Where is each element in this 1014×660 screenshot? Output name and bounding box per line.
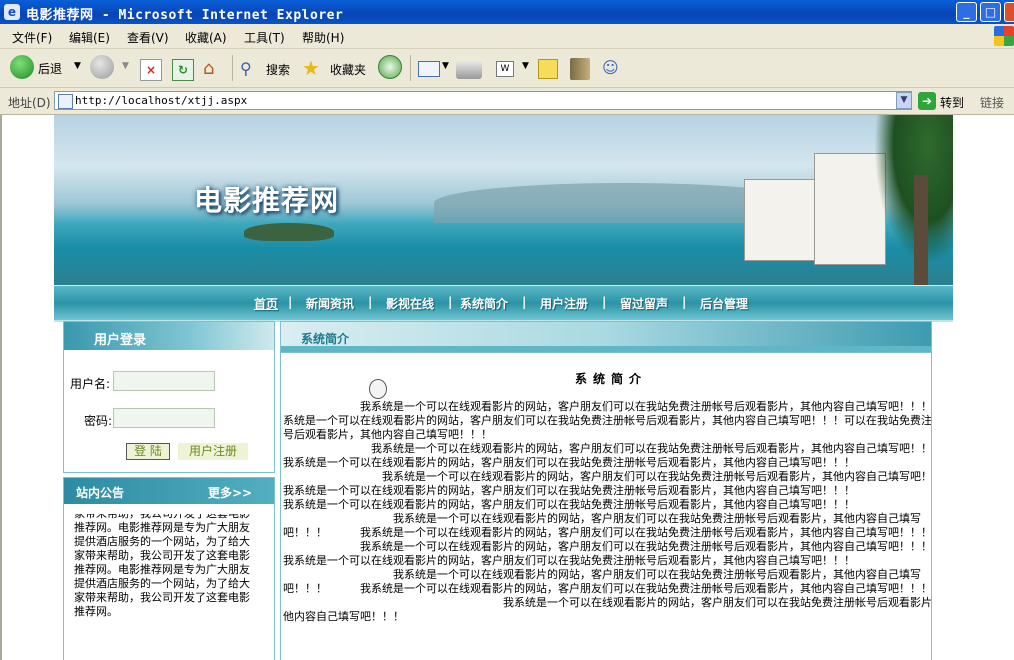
- forward-button[interactable]: [90, 55, 114, 81]
- login-panel: 用户登录 用户名: 密码: 登 陆 用户注册: [63, 321, 275, 473]
- links-button[interactable]: 链接: [980, 94, 1004, 111]
- discuss-icon[interactable]: [538, 59, 558, 79]
- home-icon[interactable]: ⌂: [203, 59, 225, 79]
- go-button[interactable]: 转到: [940, 94, 964, 111]
- refresh-icon[interactable]: ↻: [172, 59, 194, 81]
- password-input[interactable]: [113, 408, 215, 428]
- content-heading: 系统简介: [575, 372, 648, 386]
- nav-guestbook[interactable]: 留过留声: [620, 295, 668, 312]
- content-paragraph: 我系统是一个可以在线观看影片的网站，客户朋友们可以在我站免费注册帐号后观看影片，…: [283, 512, 932, 539]
- notice-more-link[interactable]: 更多>>: [208, 484, 252, 501]
- username-label: 用户名:: [70, 377, 111, 391]
- browser-viewport: 电影推荐网 首页 | 新闻资讯 | 影视在线 | 系统简介 | 用户注册 | 留…: [0, 115, 1014, 660]
- address-bar: 地址(D) http://localhost/xtjj.aspx ▼ ➔ 转到 …: [0, 88, 1014, 115]
- back-dropdown-icon[interactable]: ▼: [74, 61, 81, 71]
- favorites-star-icon[interactable]: ★: [302, 57, 324, 79]
- menu-tools[interactable]: 工具(T): [244, 29, 285, 46]
- stop-icon[interactable]: ×: [140, 59, 162, 81]
- address-label: 地址(D): [8, 96, 51, 110]
- site-banner: 电影推荐网: [54, 115, 953, 285]
- login-button[interactable]: 登 陆: [126, 443, 170, 460]
- history-icon[interactable]: [378, 55, 402, 79]
- close-button[interactable]: [1004, 2, 1014, 22]
- content-paragraph: 我系统是一个可以在线观看影片的网站，客户朋友们可以在我站免费注册帐号后观看影片，…: [283, 568, 932, 595]
- menu-favorites[interactable]: 收藏(A): [185, 29, 227, 46]
- page-icon: [58, 94, 73, 109]
- notice-text: 家带来帮助，我公司开发了这套电影推荐网。电影推荐网是专为广大朋友提供酒店服务的一…: [74, 514, 250, 618]
- content-paragraph: 我系统是一个可以在线观看影片的网站，客户朋友们可以在我站免费注册帐号后观看影片，…: [283, 470, 932, 483]
- section-title: 系统简介: [301, 332, 350, 346]
- login-header: 用户登录: [64, 322, 274, 350]
- menu-view[interactable]: 查看(V): [127, 29, 169, 46]
- content-body: 我系统是一个可以在线观看影片的网站，客户朋友们可以在我站免费注册帐号后观看影片，…: [283, 400, 932, 624]
- notice-panel: 站内公告 更多>> 家带来帮助，我公司开发了这套电影推荐网。电影推荐网是专为广大…: [63, 477, 275, 660]
- toolbar-separator: [232, 55, 233, 81]
- window-title: 电影推荐网 - Microsoft Internet Explorer: [26, 8, 344, 23]
- back-arrow-icon: [10, 55, 34, 79]
- nav-news[interactable]: 新闻资讯: [306, 295, 354, 312]
- ie-page-icon: e: [4, 4, 20, 20]
- research-icon[interactable]: [570, 58, 590, 80]
- mail-dropdown-icon[interactable]: ▼: [442, 61, 449, 71]
- content-paragraph: 我系统是一个可以在线观看影片的网站，客户朋友们可以在我站免费注册帐号后观看影片，…: [283, 400, 932, 441]
- main-nav: 首页 | 新闻资讯 | 影视在线 | 系统简介 | 用户注册 | 留过留声 | …: [54, 285, 953, 322]
- content-paragraph: 我系统是一个可以在线观看影片的网站，客户朋友们可以在我站免费注册帐号后观看影片，…: [283, 596, 932, 623]
- password-label: 密码:: [84, 414, 113, 428]
- search-label[interactable]: 搜索: [266, 61, 290, 78]
- forward-dropdown-icon[interactable]: ▼: [122, 61, 129, 71]
- search-icon[interactable]: ⚲: [240, 59, 262, 79]
- nav-home[interactable]: 首页: [254, 295, 278, 312]
- site-logo-title: 电影推荐网: [194, 184, 340, 217]
- edit-icon[interactable]: W: [496, 61, 514, 77]
- nav-online-movies[interactable]: 影视在线: [386, 295, 434, 312]
- menu-help[interactable]: 帮助(H): [302, 29, 344, 46]
- content-paragraph: 我系统是一个可以在线观看影片的网站，客户朋友们可以在我站免费注册帐号后观看影片，…: [283, 442, 932, 469]
- main-content-header: 系统简介: [281, 322, 931, 353]
- minimize-button[interactable]: _: [956, 2, 977, 22]
- notice-header: 站内公告 更多>>: [64, 478, 274, 504]
- notice-marquee: 家带来帮助，我公司开发了这套电影推荐网。电影推荐网是专为广大朋友提供酒店服务的一…: [74, 514, 260, 624]
- register-button[interactable]: 用户注册: [178, 443, 248, 460]
- content-paragraph: 我系统是一个可以在线观看影片的网站，客户朋友们可以在我站免费注册帐号后观看影片，…: [283, 498, 855, 511]
- messenger-icon[interactable]: ☺: [602, 57, 624, 79]
- address-url[interactable]: http://localhost/xtjj.aspx: [75, 94, 247, 107]
- window-titlebar: e 电影推荐网 - Microsoft Internet Explorer _ …: [0, 0, 1014, 24]
- menu-bar: 文件(F) 编辑(E) 查看(V) 收藏(A) 工具(T) 帮助(H): [0, 24, 1014, 49]
- go-arrow-icon[interactable]: ➔: [918, 92, 936, 110]
- toolbar-separator: [410, 55, 411, 81]
- forward-arrow-icon: [90, 55, 114, 79]
- menu-file[interactable]: 文件(F): [12, 29, 52, 46]
- print-icon[interactable]: [456, 61, 482, 79]
- edit-dropdown-icon[interactable]: ▼: [522, 61, 529, 71]
- notice-title: 站内公告: [76, 486, 125, 500]
- content-paragraph: 我系统是一个可以在线观看影片的网站，客户朋友们可以在我站免费注册帐号后观看影片，…: [283, 540, 932, 553]
- nav-register[interactable]: 用户注册: [540, 295, 588, 312]
- mouse-cursor-icon: [369, 379, 387, 399]
- favorites-label[interactable]: 收藏夹: [330, 61, 366, 78]
- address-input[interactable]: http://localhost/xtjj.aspx: [54, 91, 912, 110]
- main-content-panel: 系统简介 系统简介 我系统是一个可以在线观看影片的网站，客户朋友们可以在我站免费…: [280, 321, 932, 660]
- mail-icon[interactable]: [418, 61, 440, 77]
- content-paragraph: 我系统是一个可以在线观看影片的网站，客户朋友们可以在我站免费注册帐号后观看影片，…: [283, 554, 855, 567]
- web-page: 电影推荐网 首页 | 新闻资讯 | 影视在线 | 系统简介 | 用户注册 | 留…: [54, 115, 953, 660]
- toolbar: 后退 ▼ ▼ × ↻ ⌂ ⚲ 搜索 ★ 收藏夹 ▼ W ▼ ☺: [0, 49, 1014, 88]
- back-label: 后退: [38, 62, 63, 76]
- maximize-button[interactable]: □: [980, 2, 1001, 22]
- windows-logo-icon: [994, 26, 1014, 46]
- login-title: 用户登录: [94, 333, 147, 348]
- content-paragraph: 我系统是一个可以在线观看影片的网站，客户朋友们可以在我站免费注册帐号后观看影片，…: [283, 484, 855, 497]
- username-input[interactable]: [113, 371, 215, 391]
- address-dropdown-icon[interactable]: ▼: [896, 92, 912, 109]
- nav-admin[interactable]: 后台管理: [700, 295, 748, 312]
- nav-system-intro[interactable]: 系统简介: [460, 295, 508, 312]
- back-button[interactable]: [10, 55, 34, 81]
- menu-edit[interactable]: 编辑(E): [69, 29, 110, 46]
